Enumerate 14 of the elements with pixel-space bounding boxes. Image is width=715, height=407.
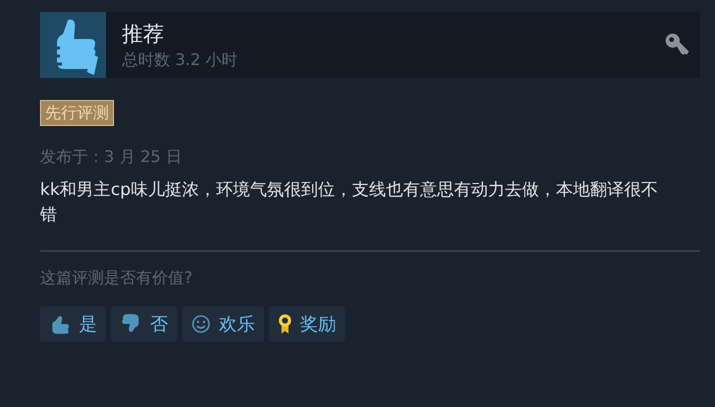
award-button[interactable]: 奖励 [269,306,345,342]
playtime-text: 总时数 3.2 小时 [122,50,238,70]
review-text: kk和男主cp味儿挺浓，环境气氛很到位，支线也有意思有动力去做，本地翻译很不错 [40,179,659,227]
award-ribbon-icon [278,313,292,335]
early-access-badge: 先行评测 [40,100,114,126]
review-verdict: 推荐 [122,20,164,46]
helpful-question: 这篇评测是否有价值? [40,267,192,289]
yes-button[interactable]: 是 [40,306,106,342]
posted-date: 发布于：3 月 25 日 [40,146,182,168]
funny-button[interactable]: 欢乐 [182,306,264,342]
key-icon [664,32,690,58]
no-button[interactable]: 否 [111,306,177,342]
thumbs-up-icon [40,12,106,78]
smiley-icon [191,314,211,334]
